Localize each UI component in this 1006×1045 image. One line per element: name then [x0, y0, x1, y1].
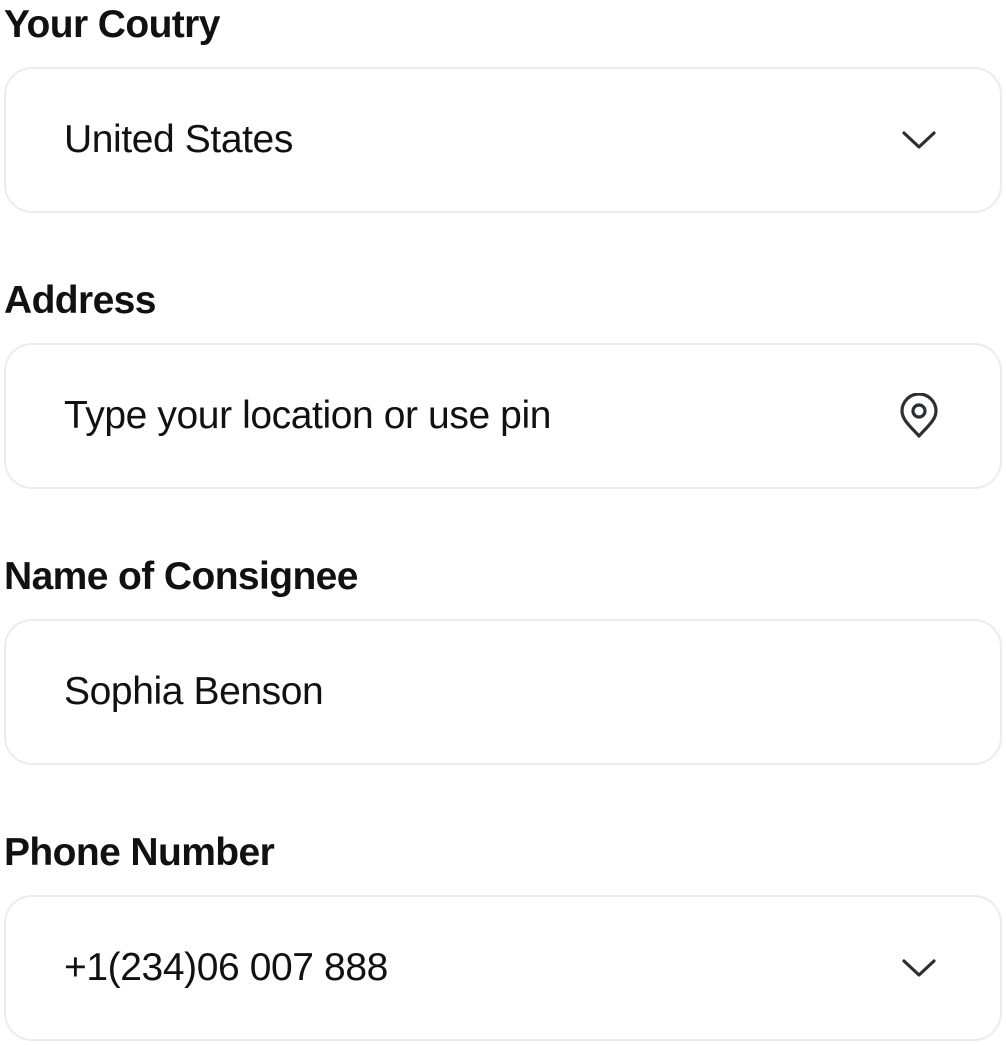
consignee-name-field[interactable]: Sophia Benson [4, 619, 1002, 765]
address-placeholder: Type your location or use pin [64, 394, 552, 437]
consignee-label: Name of Consignee [4, 555, 358, 598]
address-field[interactable]: Type your location or use pin [4, 343, 1002, 489]
country-select[interactable]: United States [4, 67, 1002, 213]
phone-label: Phone Number [4, 831, 275, 874]
phone-field[interactable]: +1(234)06 007 888 [4, 895, 1002, 1041]
location-pin-icon[interactable] [896, 393, 942, 439]
country-value: United States [64, 118, 293, 161]
consignee-name-value: Sophia Benson [64, 670, 324, 713]
address-label: Address [4, 279, 156, 322]
country-label: Your Coutry [4, 3, 220, 46]
phone-value: +1(234)06 007 888 [64, 946, 388, 989]
chevron-down-icon[interactable] [896, 945, 942, 991]
chevron-down-icon[interactable] [896, 117, 942, 163]
